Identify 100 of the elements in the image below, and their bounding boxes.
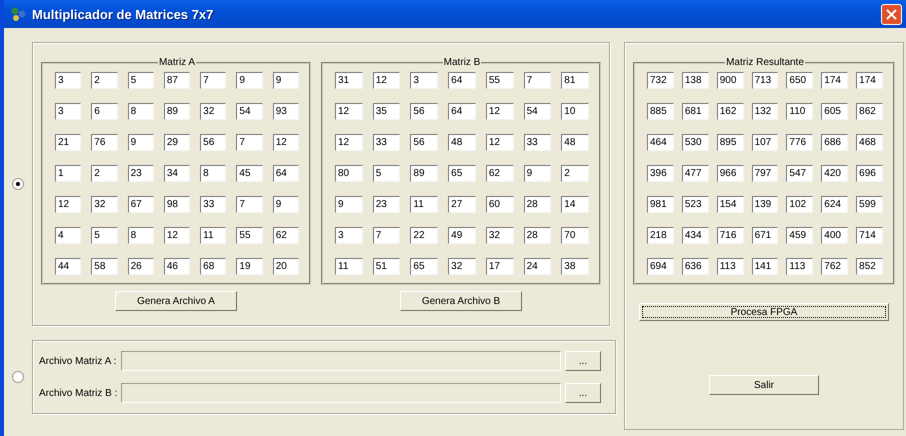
generate-a-button[interactable]: Genera Archivo A [115, 291, 237, 311]
matrix-cell-field[interactable]: 56 [410, 103, 438, 120]
matrix-cell-field[interactable]: 27 [448, 196, 476, 213]
matrix-cell-field[interactable]: 900 [716, 72, 744, 89]
matrix-cell-field[interactable]: 28 [524, 196, 552, 213]
matrix-cell-field[interactable]: 49 [448, 227, 476, 244]
close-button[interactable] [881, 4, 902, 24]
matrix-cell-field[interactable]: 2 [561, 165, 589, 182]
matrix-cell-field[interactable]: 1 [55, 165, 82, 182]
matrix-cell-field[interactable]: 174 [856, 72, 883, 89]
matrix-cell-field[interactable]: 12 [335, 134, 363, 151]
matrix-cell-field[interactable]: 89 [410, 165, 438, 182]
matrix-cell-field[interactable]: 93 [272, 103, 299, 120]
matrix-cell-field[interactable]: 6 [91, 103, 118, 120]
matrix-cell-field[interactable]: 713 [752, 72, 778, 89]
matrix-cell-field[interactable]: 7 [236, 196, 263, 213]
matrix-cell-field[interactable]: 55 [236, 227, 263, 244]
matrix-cell-field[interactable]: 9 [524, 165, 552, 182]
matrix-cell-field[interactable]: 12 [486, 103, 514, 120]
matrix-cell-field[interactable]: 8 [128, 227, 154, 244]
matrix-cell-field[interactable]: 3 [410, 72, 438, 89]
matrix-cell-field[interactable]: 64 [448, 103, 476, 120]
matrix-cell-field[interactable]: 48 [448, 134, 476, 151]
file-path-field[interactable] [121, 351, 561, 371]
matrix-cell-field[interactable]: 32 [200, 103, 226, 120]
matrix-cell-field[interactable]: 396 [647, 165, 674, 182]
matrix-cell-field[interactable]: 11 [410, 196, 438, 213]
matrix-cell-field[interactable]: 11 [335, 258, 363, 275]
matrix-cell-field[interactable]: 966 [716, 165, 744, 182]
matrix-cell-field[interactable]: 138 [682, 72, 709, 89]
matrix-cell-field[interactable]: 716 [716, 227, 744, 244]
matrix-cell-field[interactable]: 464 [647, 134, 674, 151]
matrix-cell-field[interactable]: 862 [856, 103, 883, 120]
matrix-cell-field[interactable]: 28 [524, 227, 552, 244]
matrix-cell-field[interactable]: 26 [128, 258, 154, 275]
matrix-cell-field[interactable]: 9 [272, 72, 299, 89]
matrix-cell-field[interactable]: 400 [821, 227, 848, 244]
matrix-cell-field[interactable]: 776 [786, 134, 814, 151]
matrix-cell-field[interactable]: 3 [55, 103, 82, 120]
matrix-cell-field[interactable]: 62 [486, 165, 514, 182]
matrix-cell-field[interactable]: 2 [91, 165, 118, 182]
matrix-cell-field[interactable]: 32 [448, 258, 476, 275]
matrix-cell-field[interactable]: 636 [682, 258, 709, 275]
matrix-cell-field[interactable]: 23 [372, 196, 400, 213]
matrix-cell-field[interactable]: 33 [372, 134, 400, 151]
matrix-cell-field[interactable]: 68 [200, 258, 226, 275]
matrix-cell-field[interactable]: 11 [200, 227, 226, 244]
matrix-cell-field[interactable]: 81 [561, 72, 589, 89]
matrix-cell-field[interactable]: 547 [786, 165, 814, 182]
browse-button[interactable]: ... [565, 383, 601, 403]
mode-radio[interactable] [12, 371, 24, 383]
matrix-cell-field[interactable]: 80 [335, 165, 363, 182]
matrix-cell-field[interactable]: 113 [786, 258, 814, 275]
matrix-cell-field[interactable]: 24 [524, 258, 552, 275]
matrix-cell-field[interactable]: 7 [524, 72, 552, 89]
matrix-cell-field[interactable]: 468 [856, 134, 883, 151]
matrix-cell-field[interactable]: 5 [372, 165, 400, 182]
matrix-cell-field[interactable]: 132 [752, 103, 778, 120]
matrix-cell-field[interactable]: 218 [647, 227, 674, 244]
matrix-cell-field[interactable]: 20 [272, 258, 299, 275]
matrix-cell-field[interactable]: 8 [128, 103, 154, 120]
matrix-cell-field[interactable]: 19 [236, 258, 263, 275]
matrix-cell-field[interactable]: 5 [128, 72, 154, 89]
matrix-cell-field[interactable]: 12 [486, 134, 514, 151]
matrix-cell-field[interactable]: 38 [561, 258, 589, 275]
matrix-cell-field[interactable]: 12 [272, 134, 299, 151]
matrix-cell-field[interactable]: 885 [647, 103, 674, 120]
matrix-cell-field[interactable]: 895 [716, 134, 744, 151]
matrix-cell-field[interactable]: 54 [236, 103, 263, 120]
matrix-cell-field[interactable]: 45 [236, 165, 263, 182]
matrix-cell-field[interactable]: 12 [55, 196, 82, 213]
matrix-cell-field[interactable]: 14 [561, 196, 589, 213]
file-path-field[interactable] [121, 383, 561, 403]
matrix-cell-field[interactable]: 12 [164, 227, 190, 244]
matrix-cell-field[interactable]: 33 [200, 196, 226, 213]
matrix-cell-field[interactable]: 32 [486, 227, 514, 244]
matrix-cell-field[interactable]: 2 [91, 72, 118, 89]
matrix-cell-field[interactable]: 681 [682, 103, 709, 120]
matrix-cell-field[interactable]: 44 [55, 258, 82, 275]
matrix-cell-field[interactable]: 65 [448, 165, 476, 182]
matrix-cell-field[interactable]: 141 [752, 258, 778, 275]
matrix-cell-field[interactable]: 981 [647, 196, 674, 213]
matrix-cell-field[interactable]: 686 [821, 134, 848, 151]
matrix-cell-field[interactable]: 12 [335, 103, 363, 120]
matrix-cell-field[interactable]: 797 [752, 165, 778, 182]
matrix-cell-field[interactable]: 605 [821, 103, 848, 120]
matrix-cell-field[interactable]: 530 [682, 134, 709, 151]
matrix-cell-field[interactable]: 87 [164, 72, 190, 89]
matrix-cell-field[interactable]: 9 [128, 134, 154, 151]
matrix-cell-field[interactable]: 420 [821, 165, 848, 182]
matrix-cell-field[interactable]: 10 [561, 103, 589, 120]
matrix-cell-field[interactable]: 7 [200, 72, 226, 89]
matrix-cell-field[interactable]: 64 [272, 165, 299, 182]
matrix-cell-field[interactable]: 89 [164, 103, 190, 120]
matrix-cell-field[interactable]: 762 [821, 258, 848, 275]
matrix-cell-field[interactable]: 852 [856, 258, 883, 275]
matrix-cell-field[interactable]: 67 [128, 196, 154, 213]
matrix-cell-field[interactable]: 60 [486, 196, 514, 213]
matrix-cell-field[interactable]: 154 [716, 196, 744, 213]
matrix-cell-field[interactable]: 56 [410, 134, 438, 151]
